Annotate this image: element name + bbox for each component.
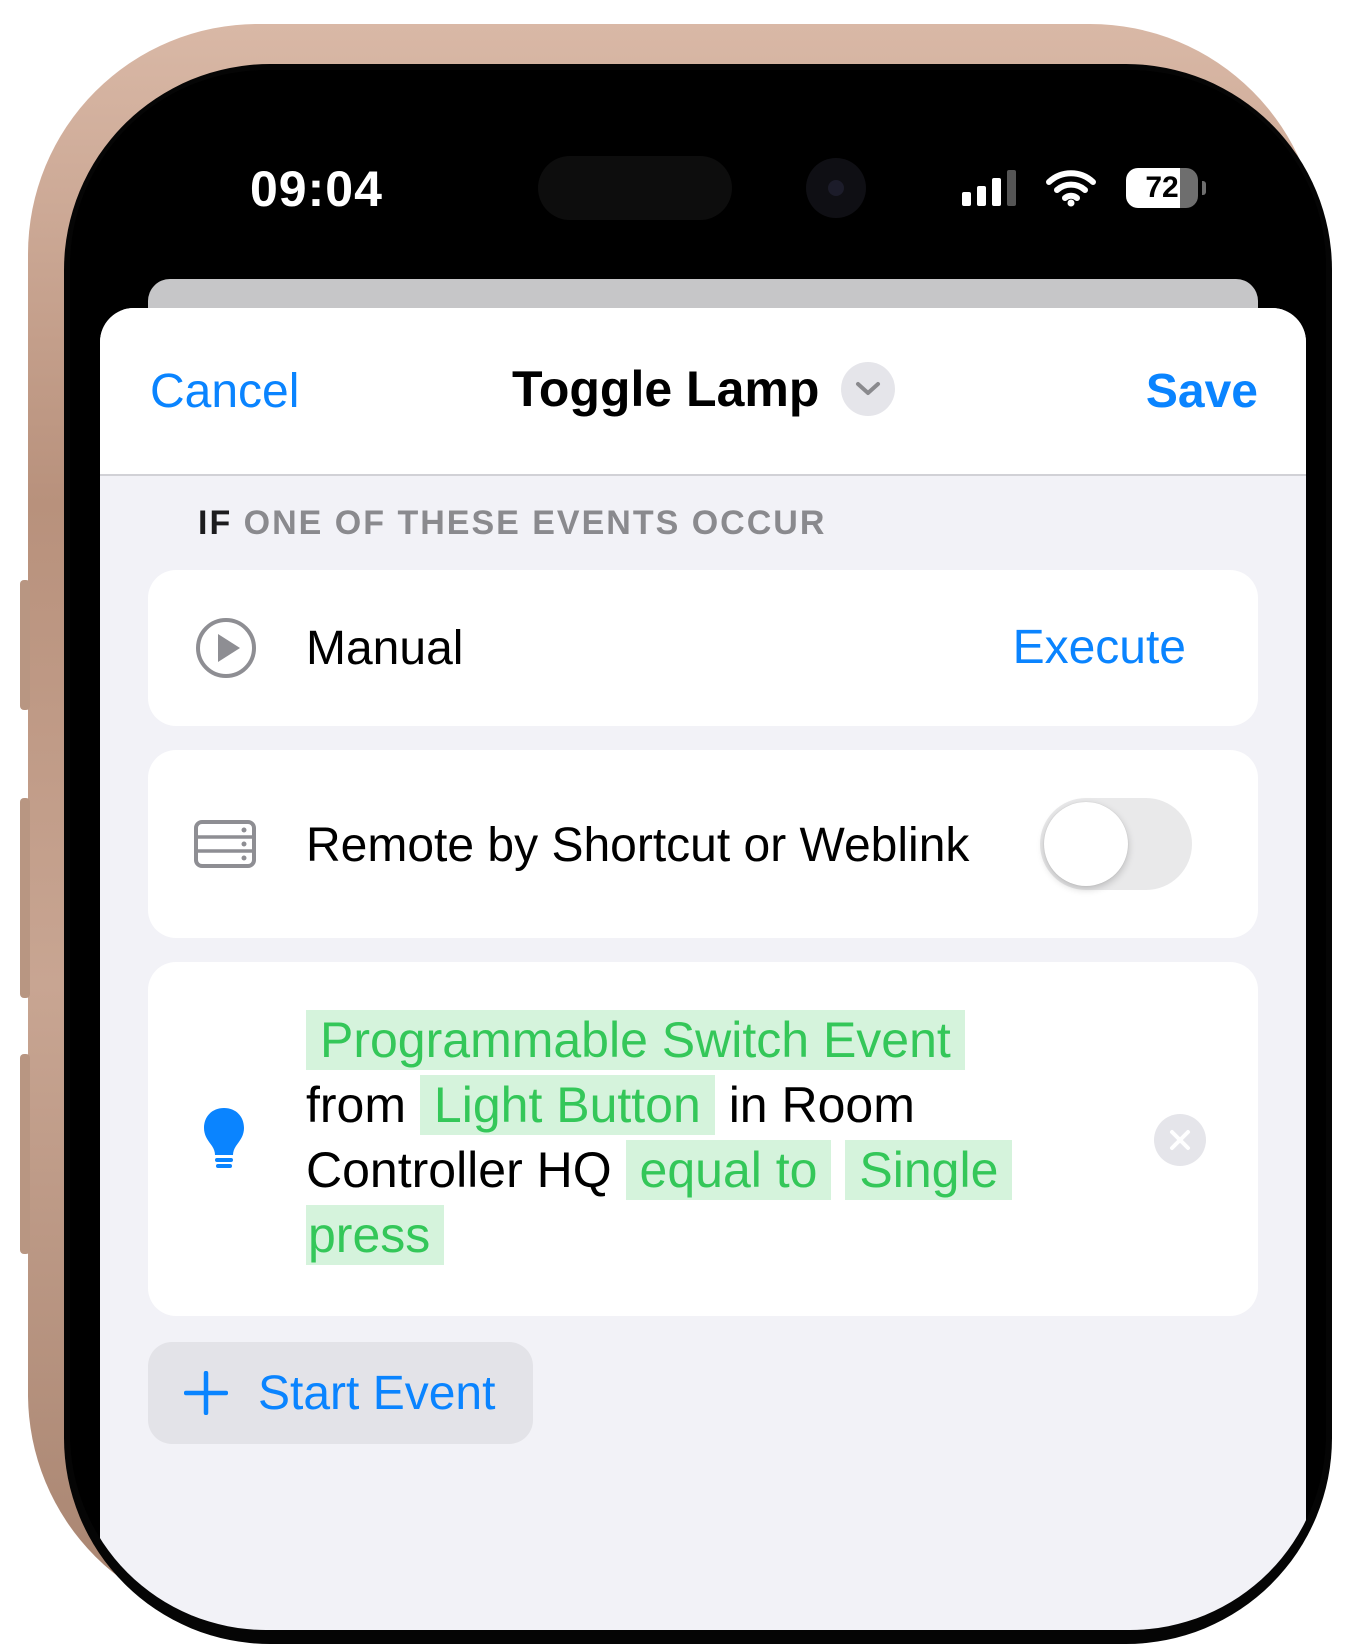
event-type-token[interactable]: Programmable Switch Event — [306, 1010, 965, 1070]
battery-level: 72 — [1145, 171, 1179, 204]
navigation-bar: Cancel Toggle Lamp Save — [100, 308, 1306, 476]
cancel-button[interactable]: Cancel — [150, 364, 299, 419]
operator-token[interactable]: equal to — [625, 1140, 832, 1200]
chevron-down-icon — [856, 382, 881, 395]
phone-screen: 09:04 72 Cancel Toggle Lamp Save IF ONE … — [70, 70, 1326, 1630]
remote-label: Remote by Shortcut or Weblink — [306, 819, 970, 872]
remote-event-row: Remote by Shortcut or Weblink — [148, 750, 1258, 938]
plus-icon — [184, 1371, 228, 1415]
status-icons: 72 — [962, 168, 1206, 208]
status-time: 09:04 — [250, 161, 383, 217]
play-circle-icon — [196, 618, 256, 678]
phone-frame: 09:04 72 Cancel Toggle Lamp Save IF ONE … — [20, 24, 1332, 1644]
save-button[interactable]: Save — [1146, 364, 1258, 419]
manual-label: Manual — [306, 622, 464, 675]
volume-down-button — [20, 1054, 30, 1254]
section-header: IF ONE OF THESE EVENTS OCCUR — [198, 504, 826, 543]
lightbulb-icon — [204, 1108, 244, 1168]
action-button — [20, 580, 30, 710]
title-group: Toggle Lamp — [512, 360, 896, 418]
execute-button[interactable]: Execute — [1013, 620, 1186, 675]
wifi-icon — [1046, 170, 1096, 207]
close-icon — [1170, 1130, 1190, 1150]
event-description: Programmable Switch Event from Light But… — [306, 1008, 1066, 1268]
remove-event-button[interactable] — [1154, 1114, 1206, 1166]
cellular-signal-icon — [962, 170, 1016, 206]
room-text: Controller HQ — [306, 1142, 612, 1198]
start-event-label: Start Event — [258, 1366, 496, 1420]
manual-event-row: Manual Execute — [148, 570, 1258, 726]
dynamic-island — [538, 156, 732, 220]
in-room-text: in Room — [728, 1077, 915, 1133]
switch-event-row: Programmable Switch Event from Light But… — [148, 962, 1258, 1316]
section-header-if: IF — [198, 504, 233, 542]
battery-icon: 72 — [1126, 168, 1206, 208]
from-text: from — [306, 1077, 406, 1133]
start-event-button[interactable]: Start Event — [148, 1342, 534, 1444]
remote-toggle[interactable] — [1040, 798, 1192, 890]
toggle-knob — [1044, 802, 1128, 886]
automation-sheet: Cancel Toggle Lamp Save IF ONE OF THESE … — [100, 308, 1306, 1630]
page-title: Toggle Lamp — [512, 361, 820, 417]
accessory-token[interactable]: Light Button — [419, 1075, 715, 1135]
server-icon — [194, 820, 256, 868]
section-header-text: ONE OF THESE EVENTS OCCUR — [243, 504, 827, 542]
value-token-part2[interactable]: press — [306, 1205, 445, 1265]
title-menu-button[interactable] — [841, 362, 896, 416]
value-token-part1[interactable]: Single — [845, 1140, 1013, 1200]
camera-icon — [806, 158, 866, 218]
volume-up-button — [20, 798, 30, 998]
